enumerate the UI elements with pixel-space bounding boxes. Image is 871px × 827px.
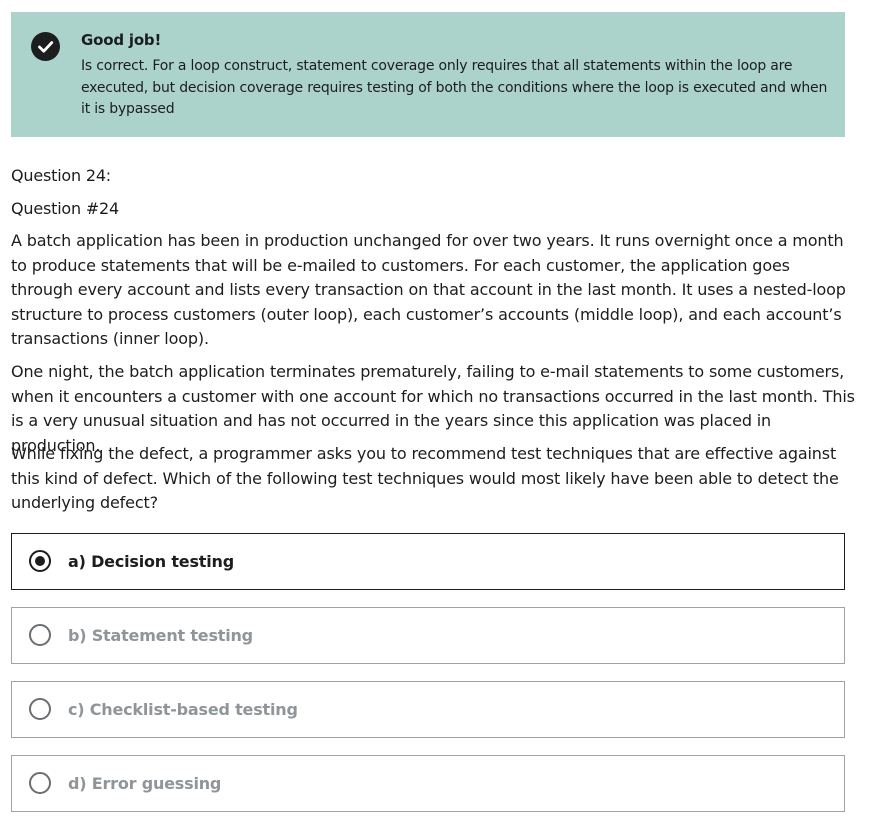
radio-unselected-icon[interactable] <box>29 624 51 646</box>
question-paragraph: A batch application has been in producti… <box>11 231 846 349</box>
answer-option-label: a) Decision testing <box>68 552 234 571</box>
check-circle-icon <box>31 32 60 61</box>
radio-unselected-icon[interactable] <box>29 698 51 720</box>
radio-selected-icon[interactable] <box>29 550 51 572</box>
answer-option-label: b) Statement testing <box>68 626 253 645</box>
feedback-banner: Good job! Is correct. For a loop constru… <box>11 12 845 137</box>
feedback-explanation: Is correct. For a loop construct, statem… <box>81 58 828 117</box>
answer-option-b[interactable]: b) Statement testing <box>11 607 845 664</box>
answer-option-c[interactable]: c) Checklist-based testing <box>11 681 845 738</box>
answer-option-label: c) Checklist-based testing <box>68 700 298 719</box>
answer-option-label: d) Error guessing <box>68 774 222 793</box>
answer-option-d[interactable]: d) Error guessing <box>11 755 845 812</box>
feedback-title: Good job! <box>81 31 162 49</box>
radio-unselected-icon[interactable] <box>29 772 51 794</box>
question-number: Question 24: <box>11 166 111 185</box>
question-id: Question #24 <box>11 199 120 218</box>
question-paragraph: While fixing the defect, a programmer as… <box>11 444 839 513</box>
answer-option-a[interactable]: a) Decision testing <box>11 533 845 590</box>
